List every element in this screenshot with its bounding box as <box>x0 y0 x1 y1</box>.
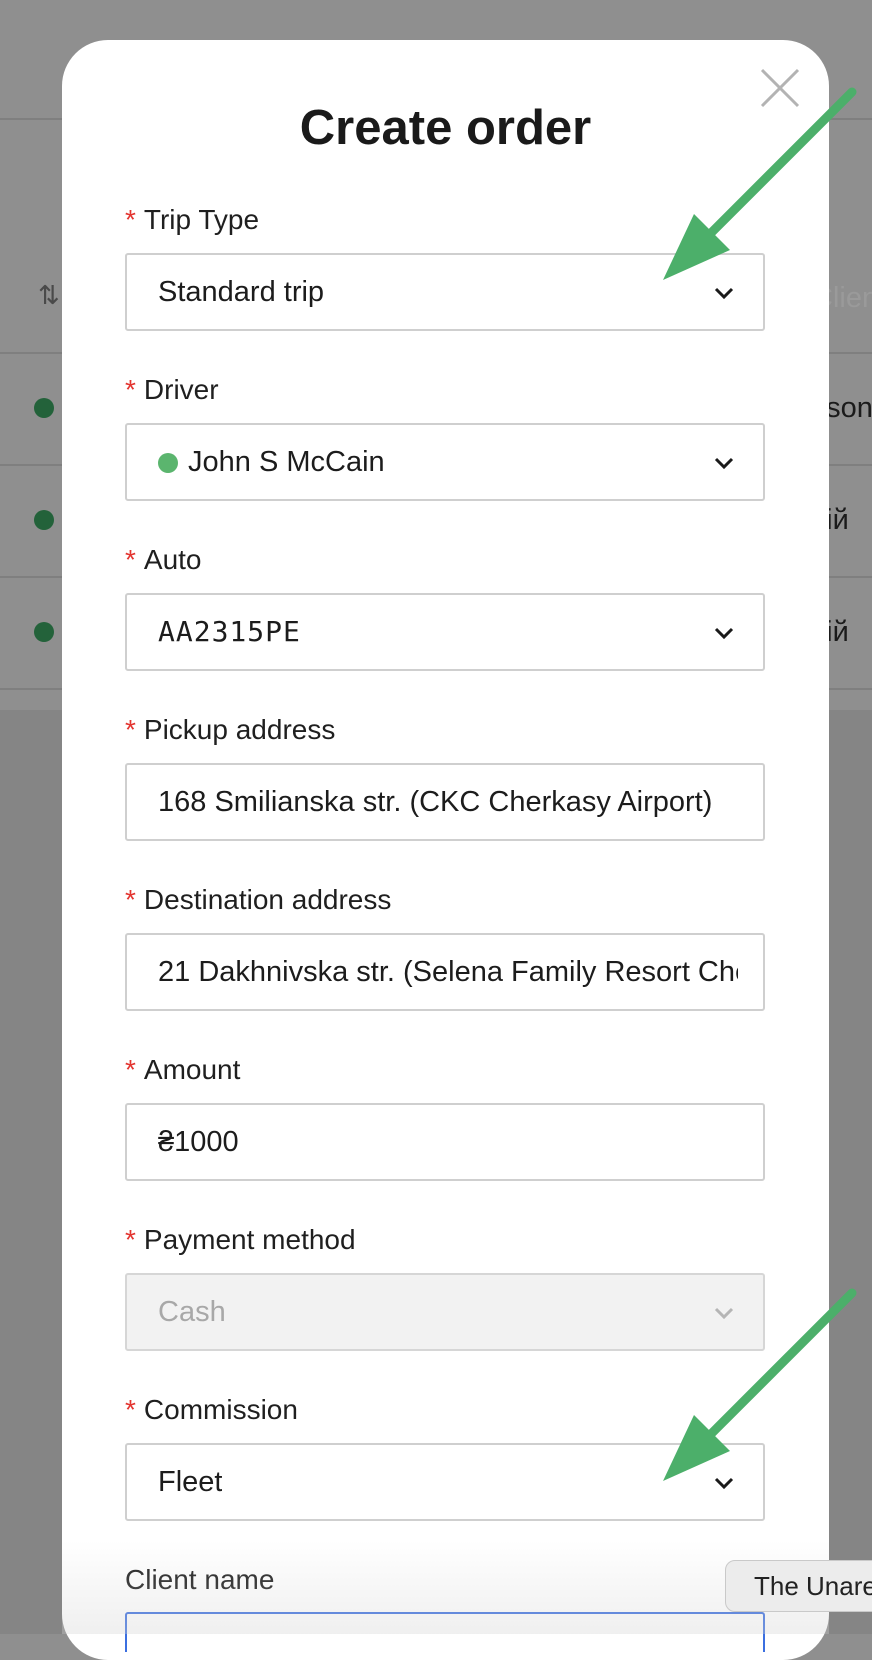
auto-select[interactable]: AA2315PE <box>125 593 765 671</box>
amount-label: * Amount <box>125 1054 241 1085</box>
amount-value: ₴1000 <box>158 1126 239 1158</box>
auto-label: * Auto <box>125 544 202 575</box>
chevron-down-icon <box>714 1307 734 1320</box>
driver-value: John S McCain <box>188 446 385 478</box>
sort-icon: ⇅ <box>38 280 60 310</box>
commission-value: Fleet <box>158 1466 223 1498</box>
pickup-address-label: * Pickup address <box>125 714 336 745</box>
client-name-input[interactable] <box>125 1612 765 1652</box>
pickup-address-value: 168 Smilianska str. (CKC Cherkasy Airpor… <box>158 786 713 818</box>
commission-select[interactable]: Fleet <box>125 1443 765 1521</box>
destination-address-label: * Destination address <box>125 884 392 915</box>
required-marker: * <box>125 374 136 405</box>
required-marker: * <box>125 204 136 235</box>
driver-label: * Driver <box>125 374 219 405</box>
destination-address-input[interactable]: 21 Dakhnivska str. (Selena Family Resort… <box>125 933 765 1011</box>
required-marker: * <box>125 714 136 745</box>
driver-online-status-icon <box>158 453 178 473</box>
required-marker: * <box>125 1224 136 1255</box>
client-name-label: Client name <box>125 1564 275 1595</box>
status-dot <box>34 622 54 642</box>
payment-method-select: Cash <box>125 1273 765 1351</box>
pickup-address-input[interactable]: 168 Smilianska str. (CKC Cherkasy Airpor… <box>125 763 765 841</box>
chevron-down-icon <box>714 287 734 300</box>
commission-label: * Commission <box>125 1394 298 1425</box>
required-marker: * <box>125 1394 136 1425</box>
amount-input[interactable]: ₴1000 <box>125 1103 765 1181</box>
auto-value: AA2315PE <box>158 615 301 648</box>
chevron-down-icon <box>714 457 734 470</box>
driver-select[interactable]: John S McCain <box>125 423 765 501</box>
destination-address-value: 21 Dakhnivska str. (Selena Family Resort… <box>158 956 738 988</box>
tooltip: The Unare <box>725 1560 872 1612</box>
payment-method-value: Cash <box>158 1296 226 1328</box>
chevron-down-icon <box>714 1477 734 1490</box>
status-dot <box>34 398 54 418</box>
chevron-down-icon <box>714 627 734 640</box>
trip-type-label: * Trip Type <box>125 204 260 235</box>
required-marker: * <box>125 1054 136 1085</box>
required-marker: * <box>125 544 136 575</box>
trip-type-value: Standard trip <box>158 276 325 308</box>
payment-method-label: * Payment method <box>125 1224 356 1255</box>
required-marker: * <box>125 884 136 915</box>
trip-type-select[interactable]: Standard trip <box>125 253 765 331</box>
modal-title: Create order <box>299 101 592 155</box>
status-dot <box>34 510 54 530</box>
